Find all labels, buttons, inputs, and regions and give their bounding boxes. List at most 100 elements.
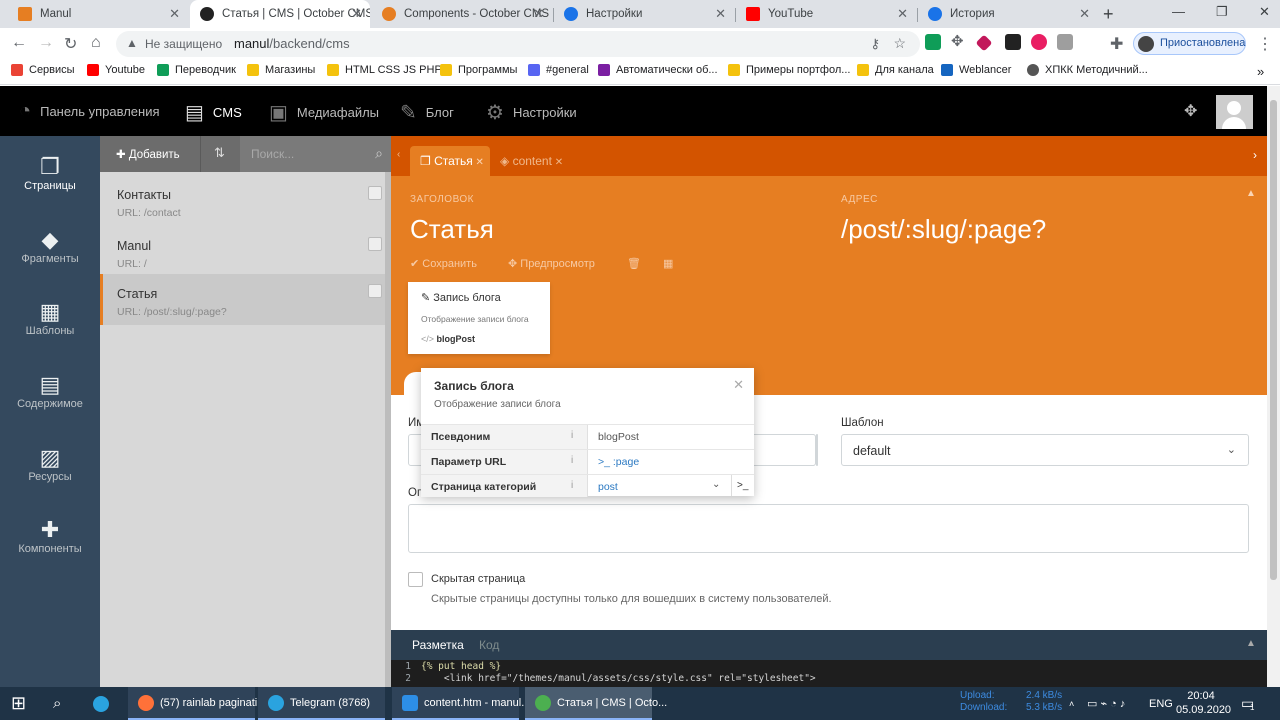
tab-content[interactable]: ◈ content ✕ (490, 146, 570, 176)
cortana-icon[interactable] (93, 687, 109, 720)
address-bar[interactable]: ▲ Не защищено manul/backend/cms ⚷ ☆ (116, 31, 920, 57)
taskbar-window-vscode[interactable]: content.htm - manul... (392, 687, 530, 720)
new-tab-button[interactable]: + (1103, 4, 1114, 25)
browser-tab-history[interactable]: История ✕ (918, 0, 1098, 28)
delete-button[interactable]: 🗑 (627, 257, 641, 270)
close-icon[interactable]: ✕ (733, 377, 744, 393)
bookmark-hpkk[interactable]: ХПКК Методичний... (1027, 64, 1148, 76)
save-button[interactable]: ✔ Сохранить (410, 257, 477, 270)
adblock-extension-icon[interactable] (925, 34, 941, 50)
title-input[interactable]: Статья (410, 214, 494, 245)
close-tab-icon[interactable]: ✕ (552, 157, 563, 168)
security-label[interactable]: Не защищено (145, 37, 222, 51)
nav-blog[interactable]: ✎ Блог (400, 100, 454, 125)
tab-page-statya[interactable]: ❐ Статья ✕ (410, 146, 490, 176)
close-tab-icon[interactable]: ✕ (351, 6, 362, 22)
sidebar-item-pages[interactable]: ❐ Страницы (0, 136, 100, 208)
collapse-chevron-icon[interactable]: ▲ (1246, 188, 1256, 199)
code-editor[interactable]: 1 {% put head %} 2 <link href="/themes/ma… (391, 660, 1267, 687)
minimize-button[interactable]: — (1172, 4, 1185, 19)
preview-button[interactable]: ✥ Предпросмотр (508, 257, 595, 270)
bookmark-folder-shops[interactable]: Магазины (247, 64, 315, 76)
back-icon[interactable]: ← (11, 34, 27, 52)
home-icon[interactable]: ⌂ (91, 34, 101, 52)
clock[interactable]: 20:04 05.09.2020 (1176, 687, 1231, 720)
menu-kebab-icon[interactable]: ⋮ (1257, 34, 1273, 54)
bookmark-folder-portfolio[interactable]: Примеры портфол... (728, 64, 850, 76)
warning-icon[interactable]: ▲ (126, 36, 138, 50)
screenshot-extension-icon[interactable] (1057, 34, 1073, 50)
tab-code[interactable]: Код (479, 638, 499, 652)
url-text[interactable]: manul/backend/cms (234, 36, 350, 51)
close-tab-icon[interactable]: ✕ (715, 6, 726, 22)
info-icon[interactable]: i (571, 480, 573, 491)
maximize-button[interactable]: ❐ (1216, 4, 1228, 20)
move-extension-icon[interactable]: ✥ (951, 32, 967, 50)
browser-tab-settings[interactable]: Настройки ✕ (554, 0, 734, 28)
collapse-code-icon[interactable]: ▲ (1246, 638, 1256, 649)
row-checkbox[interactable] (368, 284, 382, 298)
page-scrollbar[interactable] (1267, 86, 1280, 687)
taskbar-window-firefox[interactable]: (57) rainlab paginati... (128, 687, 266, 720)
alias-input[interactable]: blogPost (598, 431, 639, 443)
hidden-page-checkbox[interactable] (408, 572, 423, 587)
search-input[interactable]: Поиск... ⌕ (240, 136, 391, 172)
bookmark-translator[interactable]: Переводчик (157, 64, 236, 76)
description-textarea[interactable] (408, 504, 1249, 553)
info-icon[interactable]: i (571, 455, 573, 466)
bookmark-auto[interactable]: Автоматически об... (598, 64, 718, 76)
url-param-input[interactable]: >_ :page (598, 456, 639, 468)
sidebar-item-layouts[interactable]: ▦ Шаблоны (0, 281, 100, 353)
browser-tab-youtube[interactable]: YouTube ✕ (736, 0, 916, 28)
close-tab-icon[interactable]: ✕ (533, 6, 544, 22)
tray-up-icon[interactable]: ˄ (1069, 687, 1074, 720)
bookmark-folder-programs[interactable]: Программы (440, 64, 517, 76)
layout-select[interactable]: default ⌄ (841, 434, 1249, 466)
taskbar-window-telegram[interactable]: Telegram (8768) (258, 687, 385, 720)
list-item[interactable]: Контакты URL: /contact (100, 178, 386, 229)
windows-start-icon[interactable]: ⊞ (11, 687, 26, 720)
profile-button[interactable]: Приостановлена (1133, 32, 1246, 55)
bookmark-star-icon[interactable]: ☆ (893, 35, 906, 52)
sidebar-item-partials[interactable]: ◆ Фрагменты (0, 209, 100, 281)
tabs-right-icon[interactable]: › (1253, 148, 1257, 162)
add-page-button[interactable]: ✚ Добавить (100, 136, 200, 172)
tray-icons[interactable]: ▭ ⌁ ◔ ♪ (1087, 687, 1125, 720)
forward-icon[interactable]: → (38, 34, 54, 52)
hidden-page-label[interactable]: Скрытая страница (431, 573, 525, 585)
close-tab-icon[interactable]: ✕ (473, 157, 484, 168)
tabs-left-icon[interactable]: ‹ (397, 149, 400, 160)
nav-media[interactable]: ▣ Медиафайлы (269, 100, 379, 125)
notifications-icon[interactable]: ▭ 1 (1241, 687, 1254, 720)
taskbar-window-chrome[interactable]: Статья | CMS | Octo... (525, 687, 667, 720)
component-card[interactable]: ✎ Запись блога Отображение записи блога … (408, 282, 550, 354)
bookmark-folder-html[interactable]: HTML CSS JS PHP (327, 64, 442, 76)
user-avatar[interactable] (1216, 95, 1253, 129)
extensions-puzzle-icon[interactable]: ✚ (1110, 34, 1123, 54)
list-item[interactable]: Статья URL: /post/:slug/:page? (100, 274, 386, 325)
sort-button[interactable]: ⇅ (200, 136, 240, 172)
bookmark-youtube[interactable]: Youtube (87, 64, 145, 76)
close-tab-icon[interactable]: ✕ (897, 6, 908, 22)
ext-dark-icon[interactable] (1005, 34, 1021, 50)
search-icon[interactable]: ⌕ (53, 687, 61, 720)
url-field-edge[interactable] (745, 434, 816, 466)
bookmark-folder-channel[interactable]: Для канала (857, 64, 934, 76)
nav-dashboard[interactable]: ◔ Панель управления (19, 100, 160, 123)
colorzilla-extension-icon[interactable] (1031, 34, 1047, 50)
row-checkbox[interactable] (368, 186, 382, 200)
sidebar-item-content[interactable]: ▤ Содержимое (0, 354, 100, 426)
browser-tab-cms[interactable]: Статья | CMS | October CMS ✕ (190, 0, 370, 28)
category-page-select[interactable]: post (598, 481, 618, 493)
tab-markup[interactable]: Разметка (412, 638, 464, 652)
browser-tab-manul[interactable]: Manul ✕ (8, 0, 188, 28)
language-indicator[interactable]: ENG (1149, 687, 1173, 720)
close-window-button[interactable]: ✕ (1259, 4, 1270, 20)
more-bookmarks-icon[interactable]: » (1257, 64, 1264, 79)
key-icon[interactable]: ⚷ (870, 36, 880, 52)
close-tab-icon[interactable]: ✕ (1079, 6, 1090, 22)
reload-icon[interactable]: ↻ (64, 34, 77, 54)
sidebar-item-components[interactable]: ✚ Компоненты (0, 499, 100, 571)
sidebar-item-assets[interactable]: ▨ Ресурсы (0, 427, 100, 499)
pen-extension-icon[interactable] (975, 34, 993, 52)
